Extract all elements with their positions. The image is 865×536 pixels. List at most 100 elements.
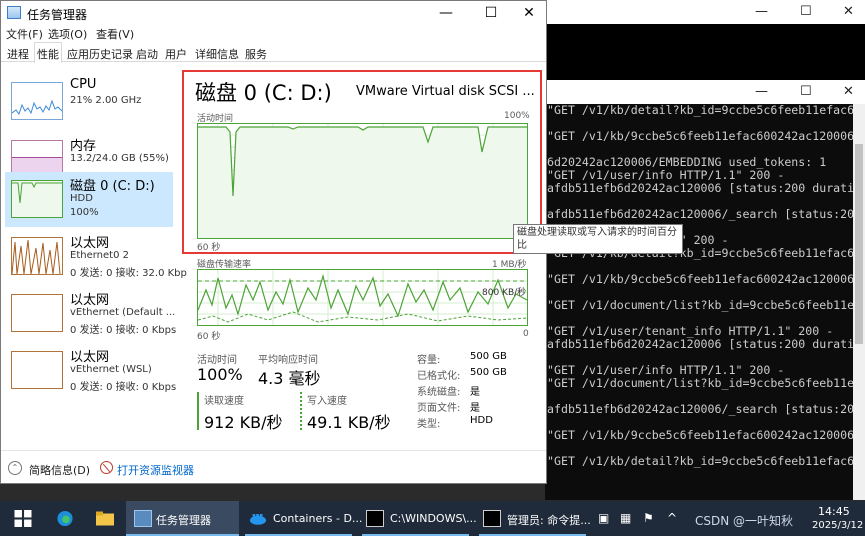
fewer-details-link[interactable]: 简略信息(D) [29,462,90,478]
cmd-icon [483,510,501,527]
ethernet-thumbnail [11,237,63,275]
sidebar-item-sub: 13.2/24.0 GB (55%) [70,153,169,164]
taskbar-item-admin-cmd[interactable]: 管理员: 命令提... [475,501,591,536]
console-output[interactable]: "GET /v1/kb/detail?kb_id=9ccbe5c6feeb11e… [547,104,853,500]
taskmgr-icon [7,6,21,19]
tab-performance[interactable]: 性能 [34,42,62,63]
tab-details[interactable]: 详细信息 [193,45,241,62]
console-line: "GET /v1/kb/detail?kb_id=9ccbe5c6feeb11e… [547,454,853,468]
console-line: "GET /v1/kb/9ccbe5c6feeb11efac600242ac12… [547,129,853,143]
ethernet-thumbnail [11,294,63,332]
close-icon[interactable]: ✕ [843,4,854,19]
tray-icon[interactable]: ▦ [620,511,631,525]
taskbar: 任务管理器 Containers - D... C:\WINDOWS\... 管… [0,501,865,536]
docker-icon [249,514,267,525]
read-speed-value: 912 KB/秒 [204,413,283,432]
tray-icon[interactable]: ⚑ [643,511,654,525]
resource-monitor-icon[interactable] [100,461,113,474]
tooltip: 磁盘处理读取或写入请求的时间百分比 [513,224,683,254]
menu-options[interactable]: 选项(O) [48,26,87,42]
sidebar-item-cpu[interactable]: CPU 21% 2.00 GHz [5,74,173,129]
read-speed-block: 读取速度 912 KB/秒 [197,392,283,432]
sidebar-item-sub2: 0 发送: 0 接收: 0 Kbps [70,325,177,336]
sidebar-item-sub2: 0 发送: 0 接收: 0 Kbps [70,382,177,393]
write-speed-value: 49.1 KB/秒 [307,413,391,432]
edge-button[interactable] [44,501,86,536]
active-time-label: 活动时间 [197,355,237,366]
chevron-up-icon[interactable]: ⌃ [8,461,22,475]
sidebar-item-label: 以太网 [70,236,110,251]
sidebar-item-sub2: 0 发送: 0 接收: 32.0 Kbp [70,268,187,279]
titlebar[interactable]: 任务管理器 — ☐ ✕ [1,1,546,25]
maximize-button[interactable]: ☐ [476,4,506,22]
taskbar-item-label: C:\WINDOWS\... [390,512,477,525]
console-line: "GET /v1/document/list?kb_id=9ccbe5c6fee… [547,298,853,312]
prop-capacity-label: 容量: [417,355,441,366]
menu-view[interactable]: 查看(V) [96,26,134,42]
taskbar-item-docker[interactable]: Containers - D... [241,501,362,536]
console-line: afdb511efb6d20242ac120006 [status:200 du… [547,337,853,351]
tray-icon[interactable]: ▣ [598,511,609,525]
sidebar-item-vethernet-default[interactable]: 以太网 vEthernet (Default ... 0 发送: 0 接收: 0… [5,286,177,341]
taskbar-item-cmd[interactable]: C:\WINDOWS\... [358,501,477,536]
taskmgr-icon [134,510,152,527]
console-line: afdb511efb6d20242ac120006 [status:200 du… [547,181,853,195]
sidebar-item-ethernet0[interactable]: 以太网 Ethernet0 2 0 发送: 0 接收: 32.0 Kbp [5,229,187,284]
close-icon[interactable]: ✕ [843,84,854,99]
minimize-icon[interactable]: — [755,84,768,99]
sidebar-item-vethernet-wsl[interactable]: 以太网 vEthernet (WSL) 0 发送: 0 接收: 0 Kbps [5,343,177,398]
write-speed-block: 写入速度 49.1 KB/秒 [300,392,391,432]
close-button[interactable]: ✕ [514,4,544,22]
sidebar-item-label: 内存 [70,139,97,154]
avg-response-value: 4.3 毫秒 [258,369,321,388]
tab-services[interactable]: 服务 [243,45,269,62]
highlight-frame [182,70,542,254]
taskbar-item-label: 管理员: 命令提... [507,514,591,527]
scrollbar-thumb[interactable] [855,144,863,344]
minimize-icon[interactable]: — [755,4,768,19]
maximize-icon[interactable]: ☐ [800,4,812,19]
edge-icon [57,510,73,527]
taskbar-item-taskmgr[interactable]: 任务管理器 [126,501,239,536]
start-button[interactable] [0,501,44,536]
tab-startup[interactable]: 启动 [134,45,160,62]
clock-date[interactable]: 2025/3/12 [812,520,863,531]
transfer-rate-graph [197,269,528,326]
taskbar-item-label: Containers - D... [273,512,363,525]
clock-time[interactable]: 14:45 [818,505,850,518]
read-speed-label: 读取速度 [204,396,244,407]
open-resource-monitor-link[interactable]: 打开资源监视器 [117,462,194,478]
cpu-thumbnail [11,82,63,120]
prop-capacity-value: 500 GB [470,351,507,362]
prop-page-file-label: 页面文件: [417,403,461,414]
console-line: afdb511efb6d20242ac120006/_search [statu… [547,402,853,416]
maximize-icon[interactable]: ☐ [800,84,812,99]
console-line: "GET /v1/document/list?kb_id=9ccbe5c6fee… [547,376,853,390]
taskbar-item-label: 任务管理器 [156,514,211,527]
sidebar-item-label: CPU [70,77,97,92]
console-window-top: — ☐ ✕ [545,0,865,80]
console-top-titlebar[interactable]: — ☐ ✕ [545,0,865,24]
transfer-rate-graph-span: 60 秒 [197,332,221,342]
prop-formatted-label: 已格式化: [417,371,461,382]
chevron-up-icon[interactable]: ^ [667,511,677,525]
tab-users[interactable]: 用户 [163,45,189,62]
tab-processes[interactable]: 进程 [5,45,31,62]
active-time-value: 100% [197,365,243,384]
sidebar-item-disk[interactable]: 磁盘 0 (C: D:) HDD 100% [5,172,173,227]
avg-response-label: 平均响应时间 [258,355,318,366]
console-titlebar[interactable]: — ☐ ✕ [545,80,865,104]
window-title: 任务管理器 [27,8,88,22]
menu-file[interactable]: 文件(F) [6,26,43,42]
explorer-button[interactable] [86,501,126,536]
windows-logo-icon [14,510,32,527]
minimize-button[interactable]: — [431,4,461,22]
footer-bar: ⌃ 简略信息(D) 打开资源监视器 [1,450,546,484]
console-scrollbar[interactable] [853,104,865,500]
cmd-icon [366,510,384,527]
prop-system-disk-value: 是 [470,387,480,398]
transfer-rate-mid-label: 800 KB/秒 [482,288,527,298]
ethernet-thumbnail [11,351,63,389]
tab-app-history[interactable]: 应用历史记录 [65,45,135,62]
folder-icon [96,511,114,526]
